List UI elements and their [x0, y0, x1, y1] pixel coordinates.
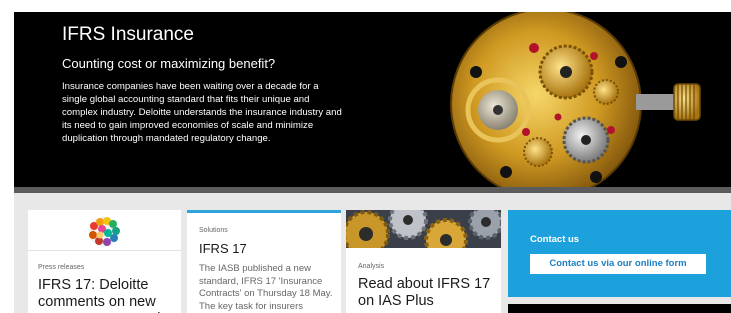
analysis-card[interactable]: Analysis Read about IFRS 17 on IAS Plus [346, 210, 501, 313]
card-category: Analysis [358, 263, 385, 270]
hero-banner: IFRS Insurance Counting cost or maximizi… [14, 12, 731, 187]
watch-movement-image [450, 12, 701, 187]
contact-panel: Contact us Contact us via our online for… [508, 210, 731, 297]
card-image-divider [28, 250, 181, 251]
hero-subtitle: Counting cost or maximizing benefit? [62, 56, 276, 71]
hero-title: IFRS Insurance [62, 24, 194, 45]
card-category: Solutions [199, 227, 228, 234]
card-title[interactable]: IFRS 17 [199, 241, 247, 256]
dark-panel [508, 304, 731, 313]
solutions-card[interactable]: Solutions IFRS 17 The IASB published a n… [187, 210, 341, 313]
card-description: The IASB published a new standard, IFRS … [199, 263, 333, 312]
card-category: Press releases [38, 264, 85, 271]
gears-image [346, 210, 501, 248]
press-release-card[interactable]: Press releases IFRS 17: Deloitte comment… [28, 210, 181, 313]
hero-description: Insurance companies have been waiting ov… [62, 81, 342, 144]
contact-form-button[interactable]: Contact us via our online form [530, 254, 706, 274]
card-title[interactable]: IFRS 17: Deloitte comments on new Insura… [38, 277, 178, 313]
card-title[interactable]: Read about IFRS 17 on IAS Plus [358, 276, 498, 310]
colored-pencils-image [89, 217, 120, 247]
contact-title: Contact us [530, 234, 580, 245]
